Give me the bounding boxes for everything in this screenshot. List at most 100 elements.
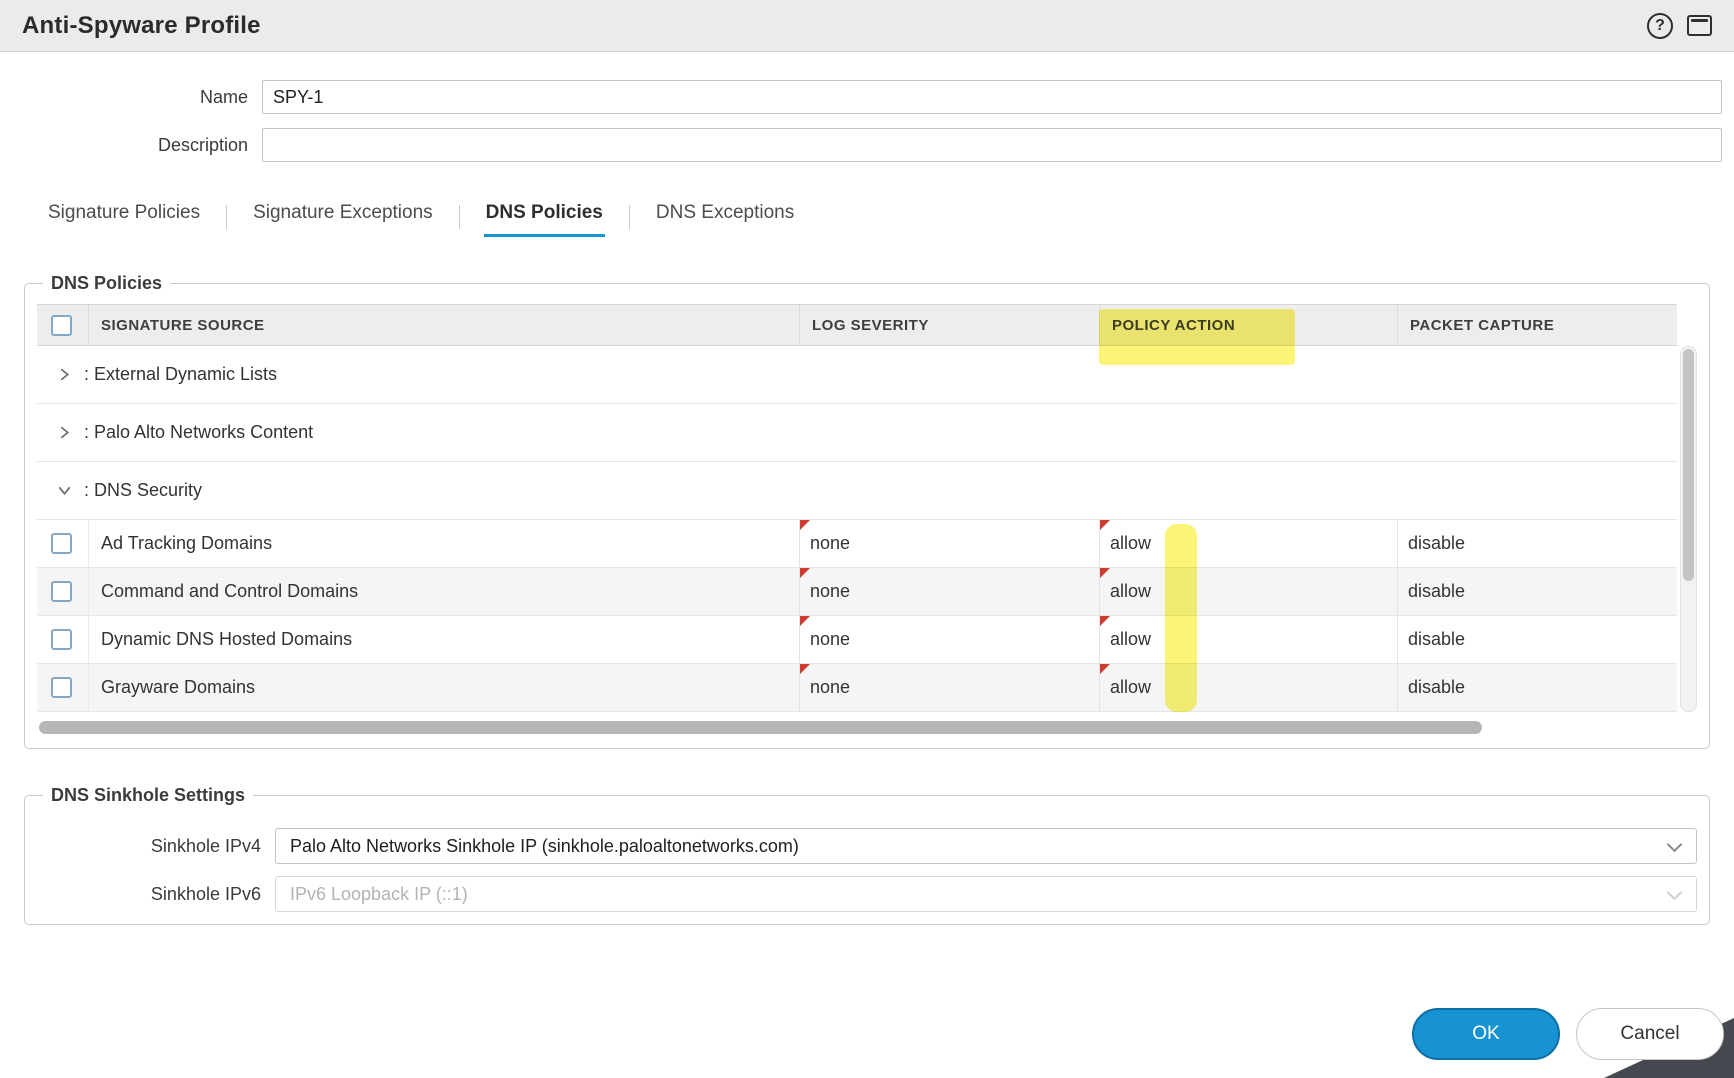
- chevron-down-icon: [1667, 885, 1683, 901]
- group-row-dns-security[interactable]: : DNS Security: [37, 462, 1677, 520]
- sinkhole-ipv4-select[interactable]: Palo Alto Networks Sinkhole IP (sinkhole…: [275, 828, 1697, 864]
- edited-cell-marker: [1100, 568, 1110, 578]
- description-row: Description: [0, 128, 1722, 162]
- policy-action-cell[interactable]: allow: [1099, 664, 1397, 711]
- dns-policies-table: SIGNATURE SOURCE LOG SEVERITY POLICY ACT…: [37, 304, 1677, 712]
- ok-button[interactable]: OK: [1412, 1008, 1560, 1060]
- column-header-log-severity: LOG SEVERITY: [799, 305, 1099, 345]
- vertical-scrollbar-thumb[interactable]: [1683, 349, 1694, 581]
- dialog-footer: OK Cancel: [1412, 1008, 1724, 1060]
- row-checkbox-cell: [37, 520, 89, 567]
- tab-dns-policies[interactable]: DNS Policies: [484, 196, 605, 237]
- name-row: Name: [0, 80, 1722, 114]
- row-checkbox[interactable]: [51, 629, 72, 650]
- header-icons: ?: [1647, 13, 1712, 39]
- packet-capture-cell[interactable]: disable: [1397, 664, 1677, 711]
- packet-capture-value: disable: [1408, 629, 1465, 650]
- packet-capture-value: disable: [1408, 581, 1465, 602]
- sinkhole-ipv6-select[interactable]: IPv6 Loopback IP (::1): [275, 876, 1697, 912]
- packet-capture-value: disable: [1408, 533, 1465, 554]
- window-icon[interactable]: [1687, 15, 1712, 36]
- sinkhole-ipv4-label: Sinkhole IPv4: [37, 836, 275, 857]
- table-header-row: SIGNATURE SOURCE LOG SEVERITY POLICY ACT…: [37, 304, 1677, 346]
- help-icon[interactable]: ?: [1647, 13, 1673, 39]
- table-row[interactable]: Command and Control Domains none allow d…: [37, 568, 1677, 616]
- column-header-policy-action: POLICY ACTION: [1099, 305, 1397, 345]
- tab-signature-exceptions[interactable]: Signature Exceptions: [251, 196, 435, 237]
- signature-source-cell: Dynamic DNS Hosted Domains: [89, 616, 799, 663]
- profile-form: Name Description: [0, 80, 1734, 162]
- packet-capture-cell[interactable]: disable: [1397, 520, 1677, 567]
- tab-dns-exceptions[interactable]: DNS Exceptions: [654, 196, 796, 237]
- dialog-title: Anti-Spyware Profile: [22, 12, 261, 40]
- sinkhole-ipv6-row: Sinkhole IPv6 IPv6 Loopback IP (::1): [37, 876, 1697, 912]
- row-checkbox-cell: [37, 616, 89, 663]
- chevron-right-icon[interactable]: [57, 367, 72, 382]
- packet-capture-cell[interactable]: disable: [1397, 616, 1677, 663]
- tab-divider: [459, 205, 460, 229]
- log-severity-cell[interactable]: none: [799, 520, 1099, 567]
- select-all-checkbox[interactable]: [51, 315, 72, 336]
- row-checkbox[interactable]: [51, 677, 72, 698]
- dialog-header: Anti-Spyware Profile ?: [0, 0, 1734, 52]
- edited-cell-marker: [800, 568, 810, 578]
- chevron-right-icon[interactable]: [57, 425, 72, 440]
- packet-capture-cell[interactable]: disable: [1397, 568, 1677, 615]
- column-header-signature-source: SIGNATURE SOURCE: [89, 305, 799, 345]
- edited-cell-marker: [800, 520, 810, 530]
- sinkhole-ipv4-value: Palo Alto Networks Sinkhole IP (sinkhole…: [290, 836, 799, 857]
- edited-cell-marker: [800, 616, 810, 626]
- horizontal-scrollbar-thumb[interactable]: [39, 721, 1482, 734]
- name-input[interactable]: [262, 80, 1722, 114]
- help-glyph: ?: [1655, 17, 1665, 35]
- table-row[interactable]: Ad Tracking Domains none allow disable: [37, 520, 1677, 568]
- policy-action-cell[interactable]: allow: [1099, 520, 1397, 567]
- dns-sinkhole-settings-legend: DNS Sinkhole Settings: [43, 785, 253, 806]
- signature-source-value: Dynamic DNS Hosted Domains: [101, 629, 352, 650]
- packet-capture-value: disable: [1408, 677, 1465, 698]
- signature-source-cell: Grayware Domains: [89, 664, 799, 711]
- policy-action-cell[interactable]: allow: [1099, 568, 1397, 615]
- anti-spyware-profile-dialog: Anti-Spyware Profile ? Name Description …: [0, 0, 1734, 1078]
- log-severity-cell[interactable]: none: [799, 616, 1099, 663]
- log-severity-value: none: [810, 629, 850, 650]
- row-checkbox[interactable]: [51, 581, 72, 602]
- edited-cell-marker: [800, 664, 810, 674]
- signature-source-cell: Ad Tracking Domains: [89, 520, 799, 567]
- row-checkbox[interactable]: [51, 533, 72, 554]
- policy-action-value: allow: [1110, 629, 1151, 650]
- dns-policies-section: DNS Policies SIGNATURE SOURCE LOG SEVERI…: [24, 273, 1710, 749]
- log-severity-value: none: [810, 677, 850, 698]
- row-checkbox-cell: [37, 664, 89, 711]
- sinkhole-ipv6-label: Sinkhole IPv6: [37, 884, 275, 905]
- table-row[interactable]: Dynamic DNS Hosted Domains none allow di…: [37, 616, 1677, 664]
- horizontal-scrollbar[interactable]: [37, 721, 1677, 734]
- select-all-cell: [37, 305, 89, 345]
- policy-action-cell[interactable]: allow: [1099, 616, 1397, 663]
- tab-bar: Signature Policies Signature Exceptions …: [46, 196, 1734, 237]
- group-row-external-dynamic-lists[interactable]: : External Dynamic Lists: [37, 346, 1677, 404]
- log-severity-cell[interactable]: none: [799, 568, 1099, 615]
- chevron-down-icon[interactable]: [57, 483, 72, 498]
- tab-divider: [629, 205, 630, 229]
- policy-action-value: allow: [1110, 581, 1151, 602]
- group-label: : DNS Security: [84, 480, 202, 501]
- signature-source-value: Command and Control Domains: [101, 581, 358, 602]
- tab-signature-policies[interactable]: Signature Policies: [46, 196, 202, 237]
- description-input[interactable]: [262, 128, 1722, 162]
- table-row[interactable]: Grayware Domains none allow disable: [37, 664, 1677, 712]
- column-header-packet-capture: PACKET CAPTURE: [1397, 305, 1677, 345]
- group-row-palo-alto-networks-content[interactable]: : Palo Alto Networks Content: [37, 404, 1677, 462]
- edited-cell-marker: [1100, 616, 1110, 626]
- log-severity-cell[interactable]: none: [799, 664, 1099, 711]
- name-label: Name: [0, 87, 262, 108]
- dns-policies-legend: DNS Policies: [43, 273, 170, 294]
- policy-action-value: allow: [1110, 533, 1151, 554]
- signature-source-value: Grayware Domains: [101, 677, 255, 698]
- log-severity-value: none: [810, 533, 850, 554]
- dns-sinkhole-settings-section: DNS Sinkhole Settings Sinkhole IPv4 Palo…: [24, 785, 1710, 925]
- description-label: Description: [0, 135, 262, 156]
- cancel-button[interactable]: Cancel: [1576, 1008, 1724, 1060]
- group-label: : External Dynamic Lists: [84, 364, 277, 385]
- vertical-scrollbar[interactable]: [1680, 346, 1697, 712]
